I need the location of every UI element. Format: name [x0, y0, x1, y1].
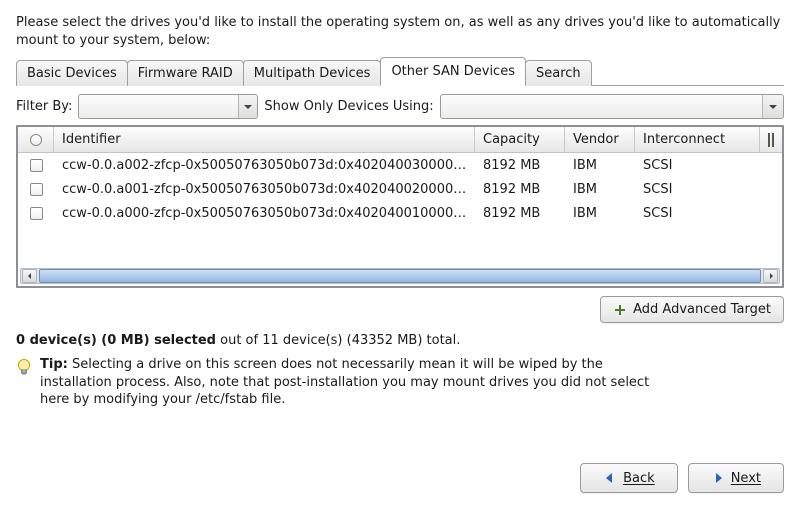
scroll-left-button[interactable]	[22, 269, 37, 283]
add-target-row: Add Advanced Target	[16, 296, 784, 323]
footer-buttons: Back Next	[580, 463, 784, 493]
selection-summary-rest: out of 11 device(s) (43352 MB) total.	[216, 333, 460, 348]
back-button[interactable]: Back	[580, 463, 678, 493]
arrow-left-icon	[603, 471, 617, 485]
tab-search[interactable]: Search	[525, 60, 592, 86]
filter-by-label: Filter By:	[16, 99, 72, 114]
next-button[interactable]: Next	[688, 463, 784, 493]
filter-bar: Filter By: Show Only Devices Using:	[16, 94, 784, 119]
horizontal-scrollbar[interactable]	[20, 268, 780, 284]
cell-interconnect: SCSI	[635, 158, 760, 173]
row-checkbox[interactable]	[30, 183, 43, 196]
filter-by-combo[interactable]	[78, 94, 258, 119]
row-checkbox[interactable]	[30, 207, 43, 220]
lightbulb-icon	[16, 358, 32, 378]
cell-interconnect: SCSI	[635, 182, 760, 197]
selection-summary-bold: 0 device(s) (0 MB) selected	[16, 333, 216, 348]
cell-capacity: 8192 MB	[475, 182, 565, 197]
chevron-down-icon[interactable]	[762, 95, 783, 118]
cell-vendor: IBM	[565, 158, 635, 173]
table-body: ccw-0.0.a002-zfcp-0x50050763050b073d:0x4…	[18, 153, 782, 225]
chevron-down-icon[interactable]	[238, 95, 258, 118]
add-advanced-target-button[interactable]: Add Advanced Target	[600, 296, 784, 323]
tab-other-san-devices[interactable]: Other SAN Devices	[380, 57, 526, 86]
table-row[interactable]: ccw-0.0.a000-zfcp-0x50050763050b073d:0x4…	[18, 201, 782, 225]
device-tabs: Basic DevicesFirmware RAIDMultipath Devi…	[16, 56, 784, 86]
show-only-combo[interactable]	[440, 94, 784, 119]
header-extra[interactable]	[760, 127, 782, 152]
show-only-label: Show Only Devices Using:	[264, 99, 433, 114]
row-checkbox[interactable]	[30, 159, 43, 172]
plus-icon	[613, 303, 627, 317]
table-header-row: Identifier Capacity Vendor Interconnect	[18, 127, 782, 153]
cell-capacity: 8192 MB	[475, 206, 565, 221]
filter-by-input[interactable]	[79, 95, 237, 118]
header-identifier[interactable]: Identifier	[54, 127, 475, 152]
header-capacity[interactable]: Capacity	[475, 127, 565, 152]
tip-label: Tip:	[40, 357, 68, 372]
next-label: Next	[731, 471, 761, 486]
cell-vendor: IBM	[565, 206, 635, 221]
arrow-right-icon	[711, 471, 725, 485]
device-table: Identifier Capacity Vendor Interconnect …	[16, 125, 784, 288]
cell-capacity: 8192 MB	[475, 158, 565, 173]
table-row[interactable]: ccw-0.0.a001-zfcp-0x50050763050b073d:0x4…	[18, 177, 782, 201]
cell-identifier: ccw-0.0.a000-zfcp-0x50050763050b073d:0x4…	[54, 206, 475, 221]
cell-interconnect: SCSI	[635, 206, 760, 221]
scrollbar-track[interactable]	[39, 269, 761, 283]
tip-body: Selecting a drive on this screen does no…	[40, 357, 649, 407]
table-row[interactable]: ccw-0.0.a002-zfcp-0x50050763050b073d:0x4…	[18, 153, 782, 177]
tab-firmware-raid[interactable]: Firmware RAID	[127, 60, 244, 86]
scrollbar-thumb[interactable]	[39, 269, 761, 283]
column-chooser-icon	[768, 133, 774, 147]
selection-summary: 0 device(s) (0 MB) selected out of 11 de…	[16, 333, 784, 348]
header-select-all[interactable]	[18, 127, 54, 152]
add-advanced-target-label: Add Advanced Target	[633, 302, 771, 317]
tip-text: Tip: Selecting a drive on this screen do…	[40, 356, 656, 409]
instruction-text: Please select the drives you'd like to i…	[16, 14, 784, 49]
radio-icon	[30, 134, 42, 146]
header-vendor[interactable]: Vendor	[565, 127, 635, 152]
installer-storage-window: Please select the drives you'd like to i…	[0, 0, 800, 509]
cell-identifier: ccw-0.0.a001-zfcp-0x50050763050b073d:0x4…	[54, 182, 475, 197]
cell-vendor: IBM	[565, 182, 635, 197]
back-label: Back	[623, 471, 655, 486]
tab-basic-devices[interactable]: Basic Devices	[16, 60, 128, 86]
scroll-right-button[interactable]	[763, 269, 778, 283]
header-interconnect[interactable]: Interconnect	[635, 127, 760, 152]
show-only-input[interactable]	[441, 95, 763, 118]
tab-multipath-devices[interactable]: Multipath Devices	[243, 60, 382, 86]
cell-identifier: ccw-0.0.a002-zfcp-0x50050763050b073d:0x4…	[54, 158, 475, 173]
tip-row: Tip: Selecting a drive on this screen do…	[16, 356, 656, 409]
